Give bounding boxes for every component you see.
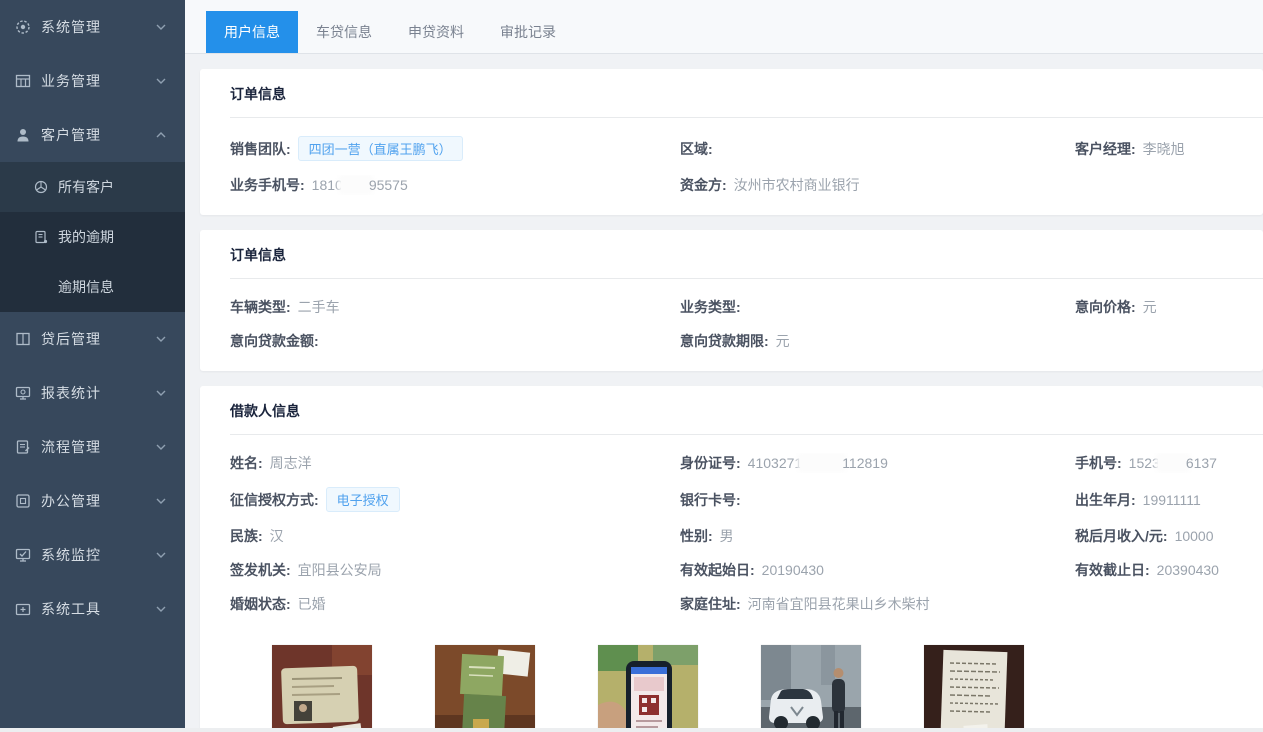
chevron-down-icon [155, 21, 167, 33]
tab-user-info[interactable]: 用户信息 [206, 11, 298, 53]
photo-cell: 驾驶证照片 [435, 645, 535, 732]
car-person-photo[interactable] [761, 645, 861, 732]
field-mobile: 手机号: 15236137 [1075, 453, 1263, 473]
field-address: 家庭住址: 河南省宜阳县花果山乡木柴村 [680, 594, 1075, 614]
sales-team-tag: 四团一营（直属王鹏飞） [298, 136, 463, 161]
sidebar-item-label: 流程管理 [41, 437, 155, 457]
field-credit-auth: 征信授权方式: 电子授权 [230, 487, 680, 512]
field-customer-manager: 客户经理: 李晓旭 [1075, 136, 1263, 161]
monitor-icon [14, 384, 32, 402]
photo-cell: 人车合影 [761, 645, 861, 732]
field-marital: 婚姻状态: 已婚 [230, 594, 680, 614]
field-region: 区域: [680, 136, 1075, 161]
tab-car-loan-info[interactable]: 车贷信息 [298, 11, 390, 53]
order-info-card-2: 订单信息 车辆类型: 二手车 业务类型: 意向价格: 元 意向贷款金额 [200, 230, 1263, 371]
card-title: 借款人信息 [200, 386, 1263, 434]
field-valid-to: 有效截止日: 20390430 [1075, 560, 1263, 580]
card-title: 订单信息 [200, 230, 1263, 278]
chevron-down-icon [155, 495, 167, 507]
sidebar-item-office-management[interactable]: 办公管理 [0, 474, 185, 528]
chevron-down-icon [155, 387, 167, 399]
field-intent-loan-term: 意向贷款期限: 元 [680, 331, 1075, 351]
tab-loan-application-materials[interactable]: 申贷资料 [390, 11, 482, 53]
user-icon [14, 126, 32, 144]
customer-management-submenu: 所有客户 我的逾期 逾期信息 [0, 162, 185, 312]
field-id-number: 身份证号: 4103271112819 [680, 453, 1075, 473]
main-content: 用户信息 车贷信息 申贷资料 审批记录 订单信息 销售团队: 四团一营（直属王鹏… [185, 0, 1263, 732]
photo-cell: 本人照 [272, 645, 372, 732]
sidebar-subitem-all-customers[interactable]: 所有客户 [0, 162, 185, 212]
sidebar-subitem-label: 逾期信息 [58, 277, 114, 297]
field-business-type: 业务类型: [680, 297, 1075, 317]
borrower-info-card: 借款人信息 姓名: 周志洋 身份证号: 4103271112819 手机号: 1… [200, 386, 1263, 732]
grid-icon [14, 72, 32, 90]
phone-qr-photo[interactable] [598, 645, 698, 732]
redacted-blur [800, 455, 844, 470]
redacted-blur [1158, 455, 1188, 470]
photo-thumbnails: 本人照 驾驶证照片 [200, 645, 1263, 732]
field-issuer: 签发机关: 宜阳县公安局 [230, 560, 680, 580]
field-valid-from: 有效起始日: 20190430 [680, 560, 1075, 580]
sidebar-item-process-management[interactable]: 流程管理 [0, 420, 185, 474]
gear-icon [14, 18, 32, 36]
tab-bar: 用户信息 车贷信息 申贷资料 审批记录 [185, 0, 1263, 54]
field-intent-loan-amount: 意向贷款金额: [230, 331, 680, 351]
document-photo[interactable] [924, 645, 1024, 732]
wheel-icon [33, 179, 49, 195]
sidebar-subitem-label: 我的逾期 [58, 227, 114, 247]
field-sales-team: 销售团队: 四团一营（直属王鹏飞） [230, 136, 680, 161]
redacted-blur [341, 177, 371, 192]
sidebar: 系统管理 业务管理 客户管理 所有客户 [0, 0, 185, 732]
sidebar-item-system-monitor[interactable]: 系统监控 [0, 528, 185, 582]
credit-auth-tag: 电子授权 [326, 487, 400, 512]
sidebar-item-label: 系统监控 [41, 545, 155, 565]
sidebar-item-report-statistics[interactable]: 报表统计 [0, 366, 185, 420]
field-intent-price: 意向价格: 元 [1075, 297, 1263, 317]
sidebar-subitem-label: 所有客户 [58, 177, 114, 197]
monitor-check-icon [14, 546, 32, 564]
chevron-down-icon [155, 333, 167, 345]
field-business-phone: 业务手机号: 181095575 [230, 175, 680, 195]
field-vehicle-type: 车辆类型: 二手车 [230, 297, 680, 317]
notebook-icon [33, 229, 49, 245]
sidebar-item-label: 贷后管理 [41, 329, 155, 349]
sidebar-item-system-management[interactable]: 系统管理 [0, 0, 185, 54]
photo-cell: 材料照片 [924, 645, 1024, 732]
sidebar-item-label: 办公管理 [41, 491, 155, 511]
chevron-down-icon [155, 75, 167, 87]
sidebar-item-system-tools[interactable]: 系统工具 [0, 582, 185, 636]
field-gender: 性别: 男 [680, 526, 1075, 546]
field-funder: 资金方: 汝州市农村商业银行 [680, 175, 1075, 195]
sidebar-item-label: 系统工具 [41, 599, 155, 619]
sidebar-item-label: 客户管理 [41, 125, 155, 145]
chevron-down-icon [155, 441, 167, 453]
field-name: 姓名: 周志洋 [230, 453, 680, 473]
photo-cell: 征信报告 [598, 645, 698, 732]
card-title: 订单信息 [200, 69, 1263, 117]
field-income: 税后月收入/元: 10000 [1075, 526, 1263, 546]
sidebar-item-label: 系统管理 [41, 17, 155, 37]
field-ethnic: 民族: 汉 [230, 526, 680, 546]
window-bottom-edge [0, 728, 1263, 732]
sidebar-item-label: 报表统计 [41, 383, 155, 403]
sidebar-item-label: 业务管理 [41, 71, 155, 91]
sidebar-item-business-management[interactable]: 业务管理 [0, 54, 185, 108]
order-info-card-1: 订单信息 销售团队: 四团一营（直属王鹏飞） 区域: 客户经理: 李晓旭 [200, 69, 1263, 215]
clipboard-icon [14, 438, 32, 456]
license-booklet-photo[interactable] [435, 645, 535, 732]
id-card-photo[interactable] [272, 645, 372, 732]
field-bank-card: 银行卡号: [680, 487, 1075, 512]
chevron-up-icon [155, 129, 167, 141]
sidebar-subitem-overdue-info[interactable]: 逾期信息 [0, 262, 185, 312]
sidebar-item-postloan-management[interactable]: 贷后管理 [0, 312, 185, 366]
sidebar-subitem-my-overdue[interactable]: 我的逾期 [0, 212, 185, 262]
chevron-down-icon [155, 603, 167, 615]
square-icon [14, 492, 32, 510]
book-icon [14, 330, 32, 348]
field-birth: 出生年月: 19911111 [1075, 487, 1263, 512]
sidebar-item-customer-management[interactable]: 客户管理 [0, 108, 185, 162]
tab-approval-records[interactable]: 审批记录 [482, 11, 574, 53]
chevron-down-icon [155, 549, 167, 561]
toolbox-icon [14, 600, 32, 618]
